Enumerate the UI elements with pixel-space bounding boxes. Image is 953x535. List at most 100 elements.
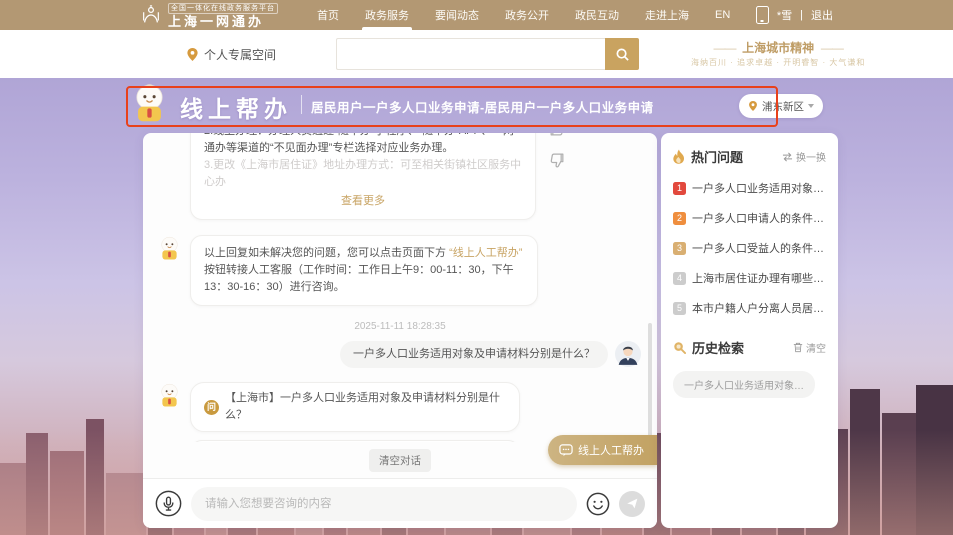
top-navbar: 全国一体化在线政务服务平台 上海一网通办 首页 政务服务 要闻动态 政务公开 政… [0, 0, 953, 30]
chat-input-bar [143, 478, 657, 528]
search-input[interactable] [336, 38, 605, 70]
rank-badge: 1 [673, 182, 686, 195]
thumbs-up-icon[interactable] [547, 133, 567, 139]
rank-badge: 5 [673, 302, 686, 315]
bot-message: 问 【上海市】一户多人口业务适用对象及申请材料分别是什么？ 答 本市用以证明长期… [157, 382, 643, 442]
bot-message-clipped: 2.线上办理：办理人员通过“随申办”小程序、“随申办”APP、一网通办等渠道的“… [190, 133, 643, 220]
search-icon [615, 47, 630, 62]
thumbs-down-icon[interactable] [547, 150, 567, 170]
feedback-buttons [547, 133, 567, 170]
personal-space-link[interactable]: 个人专属空间 [186, 46, 276, 63]
bot-message: 以上回复如未解决您的问题，您可以点击页面下方 “线上人工帮办” 按钮转接人工客服… [157, 235, 643, 306]
smiley-icon [586, 492, 610, 516]
microphone-button[interactable] [155, 490, 182, 517]
clear-chat-button[interactable]: 清空对话 [369, 449, 431, 472]
swap-icon [782, 152, 793, 162]
timestamp: 2025-11-11 18:28:35 [157, 321, 643, 332]
nav-home[interactable]: 首页 [304, 0, 352, 30]
hot-question-text: 上海市居住证办理有哪些咨询渠道？ [692, 270, 826, 286]
chat-messages: 2.线上办理：办理人员通过“随申办”小程序、“随申办”APP、一网通办等渠道的“… [143, 133, 657, 442]
banner-subtitle: 居民用户一户多人口业务申请-居民用户一户多人口业务申请 [311, 97, 654, 116]
sub-header: 个人专属空间 —— 上海城市精神 —— 海纳百川 · 追求卓越 · 开明睿智 ·… [0, 30, 953, 78]
nav-gov-open[interactable]: 政务公开 [492, 0, 562, 30]
user-zone: *雪 | 退出 [756, 6, 833, 24]
history-search-icon [673, 341, 686, 354]
nav-about-shanghai[interactable]: 走进上海 [632, 0, 702, 30]
chat-panel: 2.线上办理：办理人员通过“随申办”小程序、“随申办”APP、一网通办等渠道的“… [143, 133, 657, 528]
chat-input[interactable] [191, 487, 577, 521]
nav-gov-services[interactable]: 政务服务 [352, 0, 422, 30]
user-bubble: 一户多人口业务适用对象及申请材料分别是什么？ [340, 341, 608, 368]
district-label: 浦东新区 [762, 99, 804, 114]
emoji-button[interactable] [586, 492, 610, 516]
chat-scrollbar[interactable] [648, 323, 652, 442]
hot-question-item[interactable]: 5 本市户籍人户分离人员居住登记凭… [673, 300, 826, 316]
quoted-question-text: 【上海市】一户多人口业务适用对象及申请材料分别是什么？ [225, 390, 506, 424]
question-badge-icon: 问 [204, 400, 219, 415]
nav-news[interactable]: 要闻动态 [422, 0, 492, 30]
nav-english[interactable]: EN [702, 0, 743, 30]
city-spirit-slogan: 海纳百川 · 追求卓越 · 开明睿智 · 大气谦和 [691, 57, 865, 69]
human-help-button[interactable]: 线上人工帮办 [548, 435, 657, 465]
bot-message-faded: 3.更改《上海市居住证》地址办理方式：可至相关街镇社区服务中心办 [204, 157, 522, 191]
emblem-icon [140, 4, 162, 26]
msg-suffix: 按钮转接人工客服（工作时间：工作日上午9：00-11：30，下午13：30-16… [204, 264, 514, 293]
bot-message-text: 2.线上办理：办理人员通过“随申办”小程序、“随申办”APP、一网通办等渠道的“… [204, 133, 514, 154]
microphone-icon [155, 490, 182, 517]
quoted-question-bubble: 问 【上海市】一户多人口业务适用对象及申请材料分别是什么？ [190, 382, 520, 432]
bot-bubble: 2.线上办理：办理人员通过“随申办”小程序、“随申办”APP、一网通办等渠道的“… [190, 133, 536, 220]
district-selector[interactable]: 浦东新区 [739, 94, 823, 118]
rank-badge: 4 [673, 272, 686, 285]
trash-icon [793, 342, 803, 353]
view-more-link[interactable]: 查看更多 [204, 193, 522, 210]
search-button[interactable] [605, 38, 639, 70]
nav-interaction[interactable]: 政民互动 [562, 0, 632, 30]
main-nav: 首页 政务服务 要闻动态 政务公开 政民互动 走进上海 EN [304, 0, 743, 30]
clear-history-button[interactable]: 清空 [793, 340, 826, 355]
bot-bubble: 以上回复如未解决您的问题，您可以点击页面下方 “线上人工帮办” 按钮转接人工客服… [190, 235, 538, 306]
hot-question-text: 一户多人口受益人的条件是什么？ [692, 240, 826, 256]
history-title: 历史检索 [692, 338, 744, 357]
user-message: 一户多人口业务适用对象及申请材料分别是什么？ [157, 341, 643, 368]
mobile-app-icon[interactable] [756, 6, 769, 24]
city-spirit-title: 上海城市精神 [742, 41, 814, 55]
clear-history-label: 清空 [806, 340, 826, 355]
city-spirit-block: —— 上海城市精神 —— 海纳百川 · 追求卓越 · 开明睿智 · 大气谦和 [691, 39, 865, 69]
msg-prefix: 以上回复如未解决您的问题，您可以点击页面下方 [204, 247, 446, 259]
personal-space-label: 个人专属空间 [204, 46, 276, 63]
user-avatar [615, 341, 641, 367]
separator: | [800, 9, 803, 21]
refresh-label: 换一换 [796, 149, 826, 164]
chat-bubble-icon [559, 444, 573, 457]
site-logo[interactable]: 全国一体化在线政务服务平台 上海一网通办 [140, 3, 278, 28]
history-chip[interactable]: 一户多人口业务适用对象… [673, 371, 815, 398]
district-pin-icon [748, 100, 758, 112]
banner-title: 线上帮办 [180, 90, 292, 124]
platform-label: 全国一体化在线政务服务平台 [168, 3, 278, 14]
rank-badge: 3 [673, 242, 686, 255]
human-help-highlight[interactable]: “线上人工帮办” [449, 247, 522, 259]
location-pin-icon [186, 47, 199, 62]
banner-divider [301, 95, 302, 114]
refresh-questions-button[interactable]: 换一换 [782, 149, 826, 164]
rank-badge: 2 [673, 212, 686, 225]
mascot-banner-icon [131, 83, 168, 124]
hot-question-text: 本市户籍人户分离人员居住登记凭… [692, 300, 826, 316]
chevron-down-icon [808, 104, 814, 108]
hot-question-item[interactable]: 4 上海市居住证办理有哪些咨询渠道？ [673, 270, 826, 286]
chat-controls: 清空对话 线上人工帮办 [143, 442, 657, 478]
hot-questions-header: 热门问题 换一换 [673, 147, 826, 166]
human-help-label: 线上人工帮办 [578, 442, 644, 458]
logout-link[interactable]: 退出 [811, 7, 833, 23]
site-title: 上海一网通办 [168, 15, 278, 28]
sidebar: 热门问题 换一换 1 一户多人口业务适用对象及申请材… 2 一户多人口申请人的条… [661, 133, 838, 528]
hot-question-text: 一户多人口业务适用对象及申请材… [692, 180, 826, 196]
hot-question-item[interactable]: 2 一户多人口申请人的条件是什么？ [673, 210, 826, 226]
hot-question-item[interactable]: 3 一户多人口受益人的条件是什么？ [673, 240, 826, 256]
flame-icon [673, 149, 685, 164]
hot-question-item[interactable]: 1 一户多人口业务适用对象及申请材… [673, 180, 826, 196]
site-search [336, 38, 639, 70]
send-button[interactable] [619, 491, 645, 517]
bot-avatar-icon [157, 236, 182, 261]
bot-qa-group: 问 【上海市】一户多人口业务适用对象及申请材料分别是什么？ 答 本市用以证明长期… [190, 382, 520, 442]
